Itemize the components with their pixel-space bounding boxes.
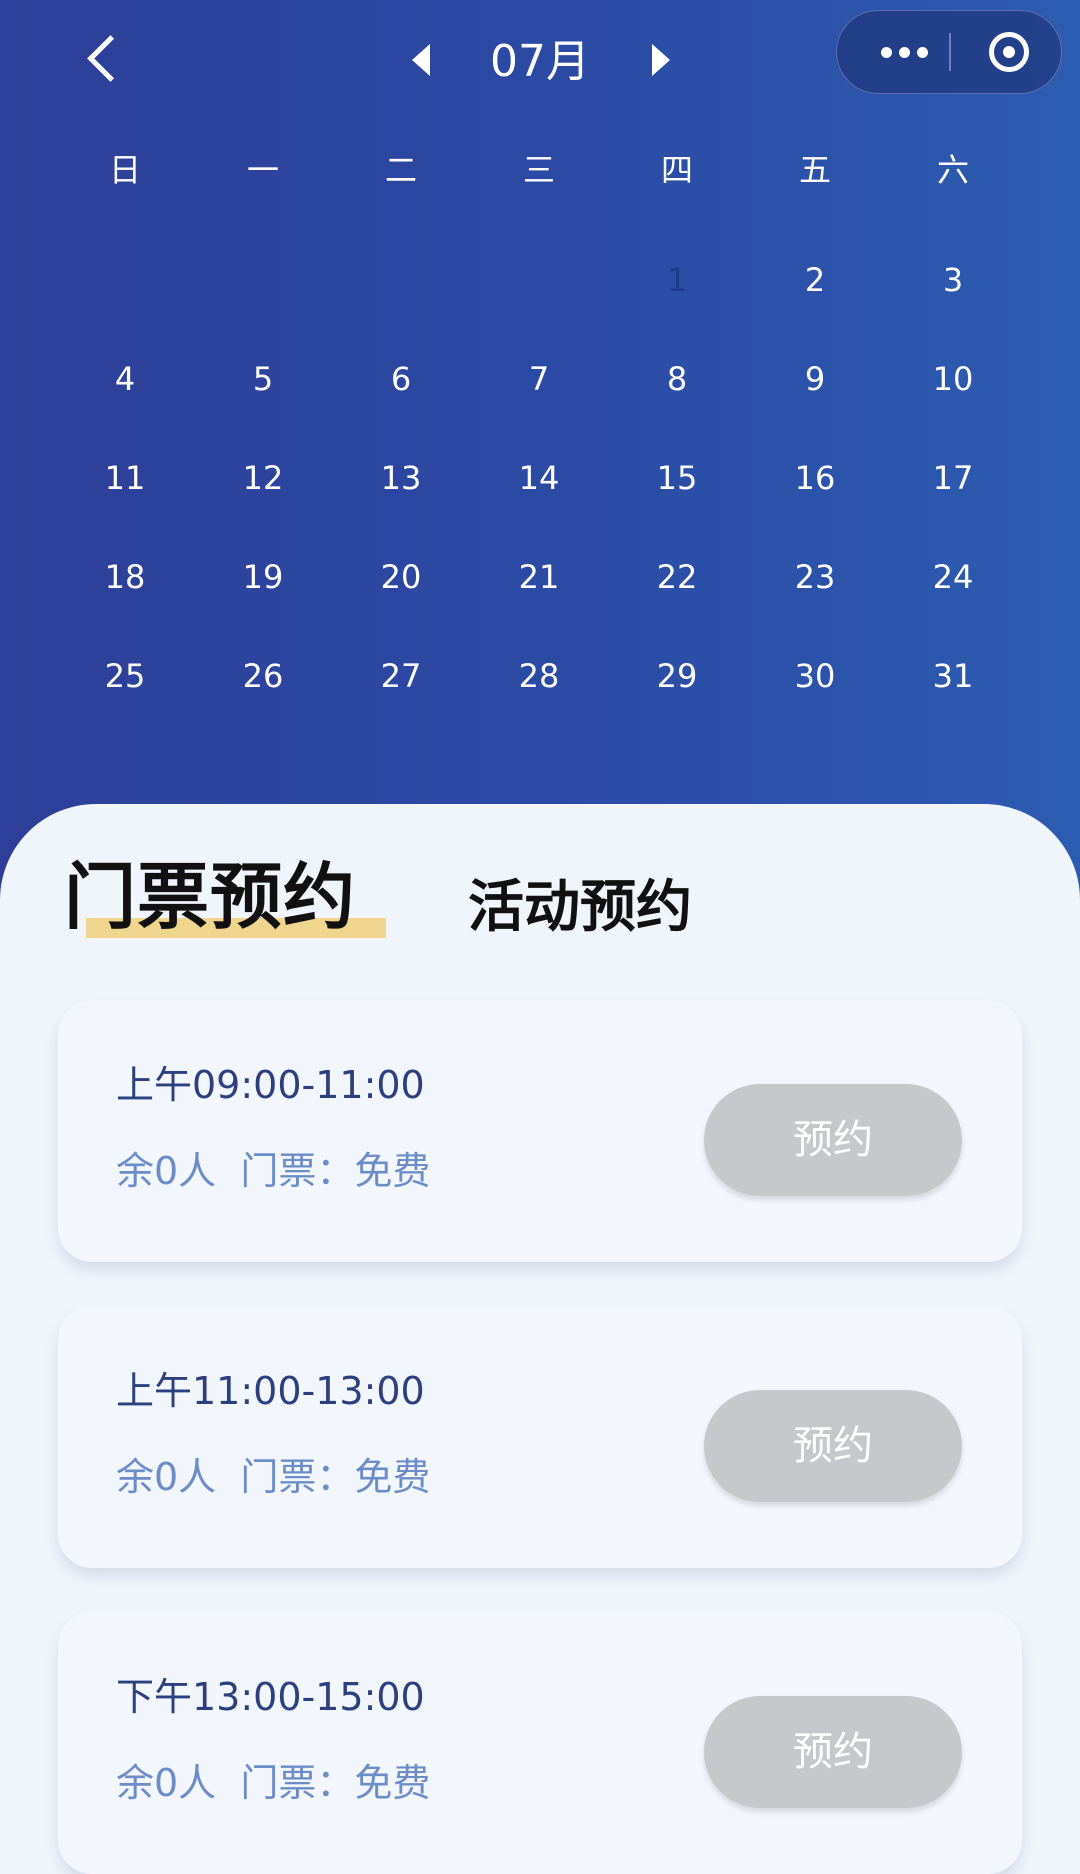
calendar-day[interactable]: 25 (75, 633, 175, 719)
calendar-day[interactable]: 11 (75, 435, 175, 521)
calendar-day[interactable]: 22 (627, 534, 727, 620)
prev-month-arrow-icon[interactable] (404, 38, 440, 82)
calendar-day[interactable]: 24 (903, 534, 1003, 620)
calendar-day[interactable]: 8 (627, 336, 727, 422)
slot-availability: 余0人 门票：免费 (116, 1761, 431, 1805)
calendar-day[interactable]: 12 (213, 435, 313, 521)
calendar-header: 07月 日 一 二 三 四 五 六 1 2 3 4 5 6 7 8 9 10 1… (0, 0, 1080, 900)
calendar-day[interactable]: 10 (903, 336, 1003, 422)
booking-panel: 门票预约 活动预约 上午09:00-11:00 余0人 门票：免费 预约 上午1… (0, 804, 1080, 1874)
tab-ticket-booking[interactable]: 门票预约 (64, 852, 356, 942)
weekday-header: 日 一 二 三 四 五 六 (0, 140, 1080, 200)
weekday-label: 五 (798, 151, 831, 189)
calendar-day[interactable]: 4 (75, 336, 175, 422)
calendar-day[interactable]: 5 (213, 336, 313, 422)
reserve-button[interactable]: 预约 (704, 1696, 962, 1808)
more-dots-icon[interactable] (859, 11, 949, 92)
reserve-button[interactable]: 预约 (704, 1084, 962, 1196)
reserve-button[interactable]: 预约 (704, 1390, 962, 1502)
calendar-day[interactable]: 30 (765, 633, 865, 719)
calendar-day[interactable]: 17 (903, 435, 1003, 521)
calendar-day[interactable]: 14 (489, 435, 589, 521)
tab-label: 门票预约 (64, 855, 357, 939)
back-chevron-icon[interactable] (76, 28, 126, 88)
calendar-day[interactable]: 6 (351, 336, 451, 422)
slot-time: 上午09:00-11:00 (116, 1063, 425, 1107)
weekday-label: 六 (936, 151, 969, 189)
calendar-day[interactable]: 27 (351, 633, 451, 719)
calendar-day[interactable]: 28 (489, 633, 589, 719)
calendar-day[interactable]: 15 (627, 435, 727, 521)
weekday-label: 三 (522, 151, 555, 189)
time-slot-card: 上午11:00-13:00 余0人 门票：免费 预约 (58, 1306, 1022, 1568)
slot-time: 下午13:00-15:00 (116, 1675, 425, 1719)
weekday-label: 四 (660, 151, 693, 189)
capsule-divider (949, 33, 951, 71)
calendar-day[interactable]: 2 (765, 237, 865, 323)
mini-program-capsule (836, 10, 1062, 94)
calendar-day[interactable]: 29 (627, 633, 727, 719)
calendar-day[interactable]: 31 (903, 633, 1003, 719)
time-slot-card: 上午09:00-11:00 余0人 门票：免费 预约 (58, 1000, 1022, 1262)
slot-availability: 余0人 门票：免费 (116, 1149, 431, 1193)
calendar-day[interactable]: 9 (765, 336, 865, 422)
calendar-day[interactable]: 13 (351, 435, 451, 521)
close-target-icon[interactable] (969, 11, 1049, 92)
calendar-day[interactable]: 20 (351, 534, 451, 620)
calendar-day-selected[interactable]: 1 (627, 237, 727, 323)
calendar-day[interactable]: 23 (765, 534, 865, 620)
month-label: 07月 (490, 36, 590, 87)
weekday-label: 一 (246, 151, 279, 189)
slot-availability: 余0人 门票：免费 (116, 1455, 431, 1499)
time-slot-card: 下午13:00-15:00 余0人 门票：免费 预约 (58, 1612, 1022, 1874)
next-month-arrow-icon[interactable] (642, 38, 678, 82)
weekday-label: 日 (108, 151, 141, 189)
calendar-day[interactable]: 19 (213, 534, 313, 620)
calendar-day[interactable]: 26 (213, 633, 313, 719)
calendar-day[interactable]: 16 (765, 435, 865, 521)
calendar-day[interactable]: 21 (489, 534, 589, 620)
weekday-label: 二 (384, 151, 417, 189)
calendar-day[interactable]: 7 (489, 336, 589, 422)
calendar-day[interactable]: 18 (75, 534, 175, 620)
calendar-day[interactable]: 3 (903, 237, 1003, 323)
tab-activity-booking[interactable]: 活动预约 (468, 868, 692, 948)
slot-time: 上午11:00-13:00 (116, 1369, 425, 1413)
